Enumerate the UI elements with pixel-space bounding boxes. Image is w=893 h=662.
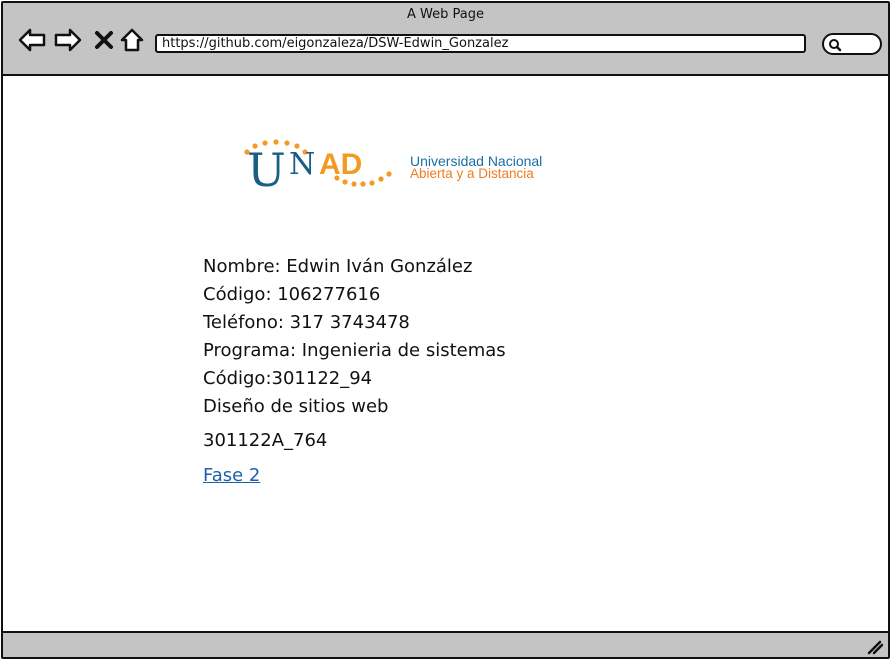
nombre-text: Nombre: Edwin Iván González	[203, 256, 473, 277]
forward-arrow-icon[interactable]	[53, 25, 83, 55]
search-icon	[829, 39, 842, 52]
close-x-icon[interactable]	[89, 25, 119, 55]
profile-info: Nombre: Edwin Iván González Código: 1062…	[203, 253, 506, 486]
window-title: A Web Page	[407, 7, 484, 22]
fase-2-link[interactable]: Fase 2	[203, 465, 260, 486]
telefono-text: Teléfono: 317 3743478	[203, 312, 410, 333]
address-bar[interactable]: https://github.com/eigonzaleza/DSW-Edwin…	[155, 34, 806, 53]
browser-toolbar: A Web Page https://github.com/eigonzalez…	[3, 3, 888, 76]
browser-window: A Web Page https://github.com/eigonzalez…	[1, 1, 890, 659]
resize-handle-icon[interactable]	[866, 639, 884, 655]
curso-text: Diseño de sitios web	[203, 396, 389, 417]
grupo-text: 301122A_764	[203, 430, 328, 451]
back-arrow-icon[interactable]	[17, 25, 47, 55]
logo-letter-n: N	[289, 147, 315, 182]
logo-letter-u: U	[247, 143, 286, 190]
unad-logo: U N AD Universidad Nacional Abierta y a …	[244, 139, 542, 190]
search-box[interactable]	[822, 33, 882, 55]
home-icon[interactable]	[117, 25, 147, 55]
codigo-text: Código: 106277616	[203, 284, 381, 305]
logo-letters-ad: AD	[319, 148, 362, 181]
codigo-curso-text: Código:301122_94	[203, 368, 373, 389]
status-bar	[3, 631, 888, 657]
logo-line-2: Abierta y a Distancia	[410, 166, 534, 181]
programa-text: Programa: Ingenieria de sistemas	[203, 340, 506, 361]
